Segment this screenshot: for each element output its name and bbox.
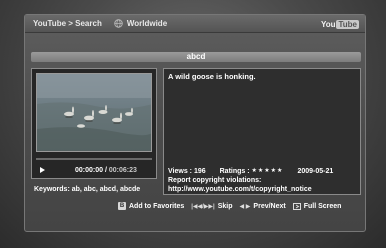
top-bar: YouTube > Search Worldwide You Tube	[25, 15, 365, 33]
youtube-logo: You Tube	[320, 19, 359, 29]
skip-icon: |◀◀/▶▶|	[191, 203, 215, 210]
b-button-icon: B	[118, 202, 126, 210]
hint-skip[interactable]: |◀◀/▶▶| Skip	[191, 203, 232, 210]
video-details: Views : 196 Ratings : ★★★★★ 2009-05-21 R…	[168, 167, 358, 194]
upload-date: 2009-05-21	[297, 168, 334, 175]
left-right-arrows-icon: ◀ ▶	[239, 203, 251, 210]
video-thumbnail[interactable]	[36, 73, 152, 152]
youtube-window: YouTube > Search Worldwide YouTube abcd	[24, 14, 366, 232]
ratings-label: Ratings :	[219, 168, 250, 175]
region-label: Worldwide	[126, 19, 168, 28]
hint-prev-next[interactable]: ◀ ▶ Prev/Next	[240, 203, 286, 210]
progress-bar[interactable]	[36, 158, 152, 160]
breadcrumb: YouTube > Search	[33, 19, 102, 28]
hint-full-screen[interactable]: Full Screen	[292, 202, 341, 210]
copyright-url[interactable]: http://www.youtube.com/t/copyright_notic…	[168, 185, 358, 194]
play-icon[interactable]	[40, 167, 45, 173]
tv-screen: YouTube > Search Worldwide YouTube abcd	[0, 0, 386, 248]
search-query: abcd	[31, 52, 361, 62]
time-display: 00:00:00 / 00:06:23	[75, 166, 137, 174]
copyright-label: Report copyright violations:	[168, 177, 262, 184]
keywords: Keywords: ab, abc, abcd, abcde	[34, 186, 141, 193]
views-count: Views : 196	[168, 168, 206, 175]
hint-bar: B Add to Favorites |◀◀/▶▶| Skip ◀ ▶ Prev…	[118, 202, 348, 210]
video-player[interactable]: 00:00:00 / 00:06:23	[31, 68, 157, 179]
rating-stars-icon: ★★★★★	[251, 168, 284, 174]
current-time: 00:00:00	[75, 166, 104, 174]
fullscreen-icon	[292, 202, 301, 210]
hint-add-favorites[interactable]: B Add to Favorites	[118, 202, 184, 210]
player-controls: 00:00:00 / 00:06:23	[36, 164, 152, 176]
video-description: A wild goose is honking.	[168, 72, 256, 81]
globe-icon	[114, 19, 123, 28]
description-panel: A wild goose is honking. Views : 196 Rat…	[163, 68, 361, 195]
total-time: 00:06:23	[108, 166, 137, 174]
